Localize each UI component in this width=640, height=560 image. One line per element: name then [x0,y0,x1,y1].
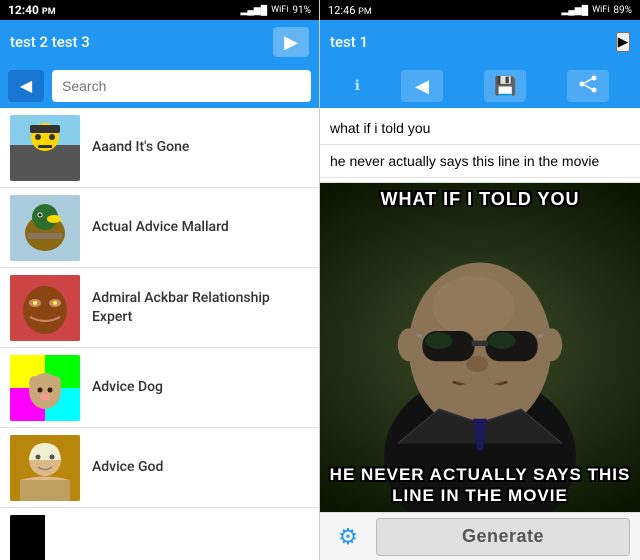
left-panel: 12:40 PM ▂▄▆█ WiFi 91% test 2 test 3 ▶ ◀ [0,0,320,560]
left-battery: 91% [292,5,311,16]
right-top-bar: test 1 ▶ [320,20,640,64]
list-item[interactable]: Advice Dog [0,348,319,428]
save-button[interactable]: 💾 [484,70,526,102]
right-status-icons: ▂▄▆█ WiFi 89% [561,5,632,16]
meme-thumb-southpark [10,115,80,181]
right-status-bar: 12:46 PM ▂▄▆█ WiFi 89% [320,0,640,20]
left-status-icons: ▂▄▆█ WiFi 91% [240,5,311,16]
meme-bottom-text: HE NEVER ACTUALLY SAYS THIS LINE IN THE … [320,465,640,506]
right-arrow-icon: ▶ [618,34,628,49]
back-button[interactable]: ◀ [401,70,443,102]
right-signal-icon: ▂▄▆█ [561,5,588,16]
back-arrow-icon: ◀ [415,76,429,97]
morpheus-image [320,183,640,512]
left-top-bar: test 2 test 3 ▶ [0,20,319,64]
left-next-button[interactable]: ▶ [273,27,309,57]
right-battery: 89% [613,5,632,16]
meme-name: Advice Dog [92,378,163,396]
bottom-text-input[interactable] [320,145,640,178]
text-inputs [320,108,640,183]
gear-icon: ⚙ [338,524,358,550]
left-wifi-icon: WiFi [271,5,288,15]
left-time: 12:40 PM [8,3,56,17]
meme-name: Admiral Ackbar Relationship Expert [92,289,309,325]
left-status-bar: 12:40 PM ▂▄▆█ WiFi 91% [0,0,319,20]
right-arrow-icon: ▶ [284,32,298,53]
list-item[interactable]: Advice God [0,428,319,508]
meme-thumb-dog [10,355,80,421]
meme-top-text: WHAT IF I TOLD YOU [320,189,640,210]
meme-thumb-ackbar [10,275,80,341]
left-time-value: 12:40 [8,3,39,17]
search-input[interactable] [52,70,311,102]
back-arrow-icon: ◀ [20,76,32,96]
right-next-button[interactable]: ▶ [616,32,630,52]
right-time-suffix: PM [358,7,372,17]
info-dot: ℹ [355,78,360,94]
search-bar: ◀ [0,64,319,108]
settings-button[interactable]: ⚙ [330,519,366,555]
meme-list: Aaand It's Gone Actual Advice Mallard [0,108,319,560]
list-item[interactable]: Admiral Ackbar Relationship Expert [0,268,319,348]
meme-thumb-god [10,435,80,501]
top-text-input[interactable] [320,112,640,145]
meme-display: WHAT IF I TOLD YOU HE NEVER ACTUALLY SAY… [320,183,640,512]
list-item[interactable] [0,508,319,560]
bottom-bar: ⚙ Generate [320,512,640,560]
right-wifi-icon: WiFi [592,5,609,15]
right-tab-title: test 1 [330,33,616,51]
generate-button[interactable]: Generate [376,518,630,556]
left-tab-title: test 2 test 3 [10,33,273,51]
right-toolbar: ℹ ◀ 💾 [320,64,640,108]
right-time-value: 12:46 [328,4,355,17]
right-panel: 12:46 PM ▂▄▆█ WiFi 89% test 1 ▶ ℹ ◀ 💾 [320,0,640,560]
share-button[interactable] [567,70,609,102]
list-item[interactable]: Aaand It's Gone [0,108,319,188]
meme-name: Aaand It's Gone [92,138,189,156]
meme-name: Advice God [92,458,163,476]
list-item[interactable]: Actual Advice Mallard [0,188,319,268]
right-time: 12:46 PM [328,4,372,17]
share-icon [578,74,598,99]
meme-name: Actual Advice Mallard [92,218,229,236]
save-icon: 💾 [494,76,516,97]
left-time-suffix: PM [42,7,56,17]
left-signal-icon: ▂▄▆█ [240,5,267,16]
meme-thumb-bottom [10,515,80,560]
meme-thumb-mallard [10,195,80,261]
search-back-button[interactable]: ◀ [8,70,44,102]
